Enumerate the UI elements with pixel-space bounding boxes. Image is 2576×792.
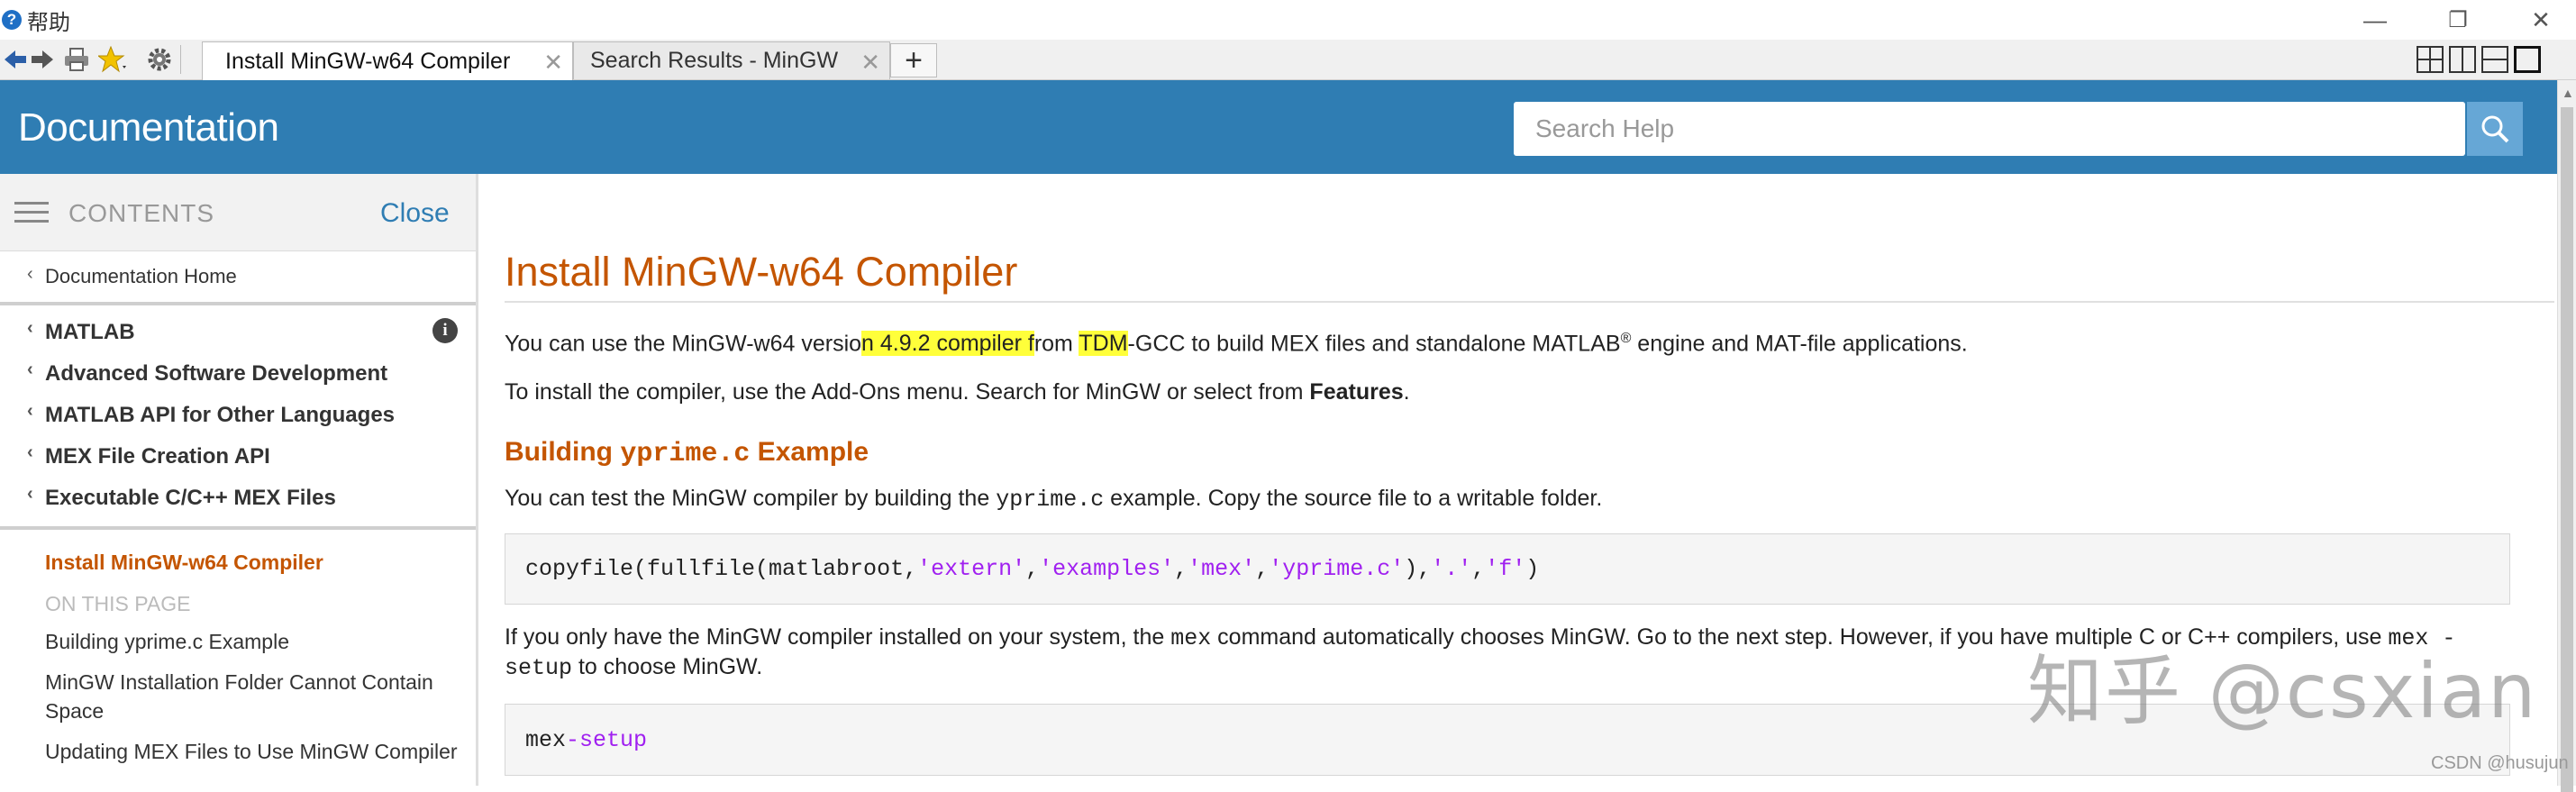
features-menu-label: Features [1309, 379, 1404, 405]
search-icon [2481, 115, 2509, 143]
hamburger-menu-icon[interactable] [14, 202, 49, 223]
print-icon[interactable] [61, 45, 92, 74]
scroll-up-arrow-icon[interactable]: ▲ [2562, 86, 2574, 100]
mex-paragraph-line2: setup to choose MinGW. [505, 654, 763, 681]
settings-gear-icon[interactable] [144, 45, 175, 74]
layout-single-icon[interactable] [2514, 46, 2541, 73]
back-arrow-icon[interactable] [0, 45, 31, 74]
tab-search-results[interactable]: Search Results - MinGW ✕ [573, 41, 890, 79]
help-icon: ? [2, 10, 22, 30]
tab-bar: Install MinGW-w64 Compiler ✕ Search Resu… [0, 40, 2576, 80]
search-input[interactable] [1514, 102, 2465, 156]
toolbar-separator [180, 45, 181, 74]
chevron-left-icon: ‹ [27, 442, 33, 462]
info-icon[interactable]: i [432, 318, 458, 343]
test-paragraph: You can test the MinGW compiler by build… [505, 486, 1603, 513]
layout-split-vertical-icon[interactable] [2449, 46, 2476, 73]
toc-link-updating-mex-files[interactable]: Updating MEX Files to Use MinGW Compiler [45, 737, 460, 766]
contents-label: CONTENTS [68, 199, 214, 227]
forward-arrow-icon[interactable] [27, 45, 58, 74]
code-block-copyfile[interactable]: copyfile(fullfile(matlabroot,'extern','e… [505, 533, 2510, 605]
chevron-left-icon: ‹ [27, 401, 33, 421]
title-divider [505, 301, 2554, 303]
scrollbar-thumb[interactable] [2561, 107, 2573, 792]
breadcrumb-matlab[interactable]: MATLAB [45, 320, 135, 345]
contents-bar: CONTENTS Close [0, 174, 476, 251]
close-tab-icon[interactable]: ✕ [543, 49, 563, 77]
tab-label: Install MinGW-w64 Compiler [225, 48, 511, 74]
help-menu-label: 帮助 [27, 10, 70, 35]
new-tab-button[interactable]: + [890, 43, 937, 77]
credit-label: CSDN @husujun [2431, 753, 2569, 773]
chevron-left-icon: ‹ [27, 264, 33, 284]
restore-button[interactable]: ❐ [2422, 2, 2494, 38]
breadcrumb-mex-file-creation-api[interactable]: MEX File Creation API [45, 444, 270, 469]
on-this-page-heading: ON THIS PAGE [45, 592, 191, 615]
watermark: 知乎 @csxian [2027, 647, 2538, 735]
breadcrumb-matlab-api[interactable]: MATLAB API for Other Languages [45, 403, 395, 428]
layout-split-horizontal-icon[interactable] [2481, 46, 2508, 73]
vertical-scrollbar[interactable]: ▲ [2557, 80, 2576, 792]
current-page-link[interactable]: Install MinGW-w64 Compiler [45, 551, 323, 575]
intro-paragraph: You can use the MinGW-w64 version 4.9.2 … [505, 331, 1968, 357]
layout-grid-icon[interactable] [2417, 46, 2444, 73]
chevron-left-icon: ‹ [27, 360, 33, 379]
search-button[interactable] [2467, 102, 2523, 156]
divider [0, 526, 476, 530]
close-contents-link[interactable]: Close [380, 198, 450, 229]
help-menu[interactable]: ? 帮助 [2, 5, 70, 35]
close-tab-icon[interactable]: ✕ [860, 49, 880, 77]
toc-link-installation-folder[interactable]: MinGW Installation Folder Cannot Contain… [45, 668, 460, 725]
title-bar: ? 帮助 — ❐ ✕ [0, 0, 2576, 40]
chevron-left-icon: ‹ [27, 484, 33, 504]
contents-panel: CONTENTS Close ‹ Documentation Home ‹ MA… [0, 174, 478, 786]
tab-install-mingw[interactable]: Install MinGW-w64 Compiler ✕ [202, 41, 573, 80]
breadcrumb-advanced-software-development[interactable]: Advanced Software Development [45, 361, 387, 387]
documentation-header: Documentation [0, 80, 2557, 174]
toc-link-building-yprime[interactable]: Building yprime.c Example [45, 627, 460, 656]
install-paragraph: To install the compiler, use the Add-Ons… [505, 379, 1410, 405]
documentation-title: Documentation [18, 105, 279, 150]
breadcrumb-executable-mex-files[interactable]: Executable C/C++ MEX Files [45, 486, 336, 511]
minimize-button[interactable]: — [2339, 2, 2411, 38]
tab-label: Search Results - MinGW [590, 48, 839, 73]
page-title: Install MinGW-w64 Compiler [505, 249, 1018, 295]
chevron-left-icon: ‹ [27, 318, 33, 338]
section-heading-building-yprime: Building yprime.c Example [505, 437, 869, 469]
divider [0, 302, 476, 305]
documentation-home-link[interactable]: Documentation Home [45, 265, 237, 288]
close-window-button[interactable]: ✕ [2505, 2, 2576, 38]
favorites-star-icon[interactable] [97, 45, 128, 74]
